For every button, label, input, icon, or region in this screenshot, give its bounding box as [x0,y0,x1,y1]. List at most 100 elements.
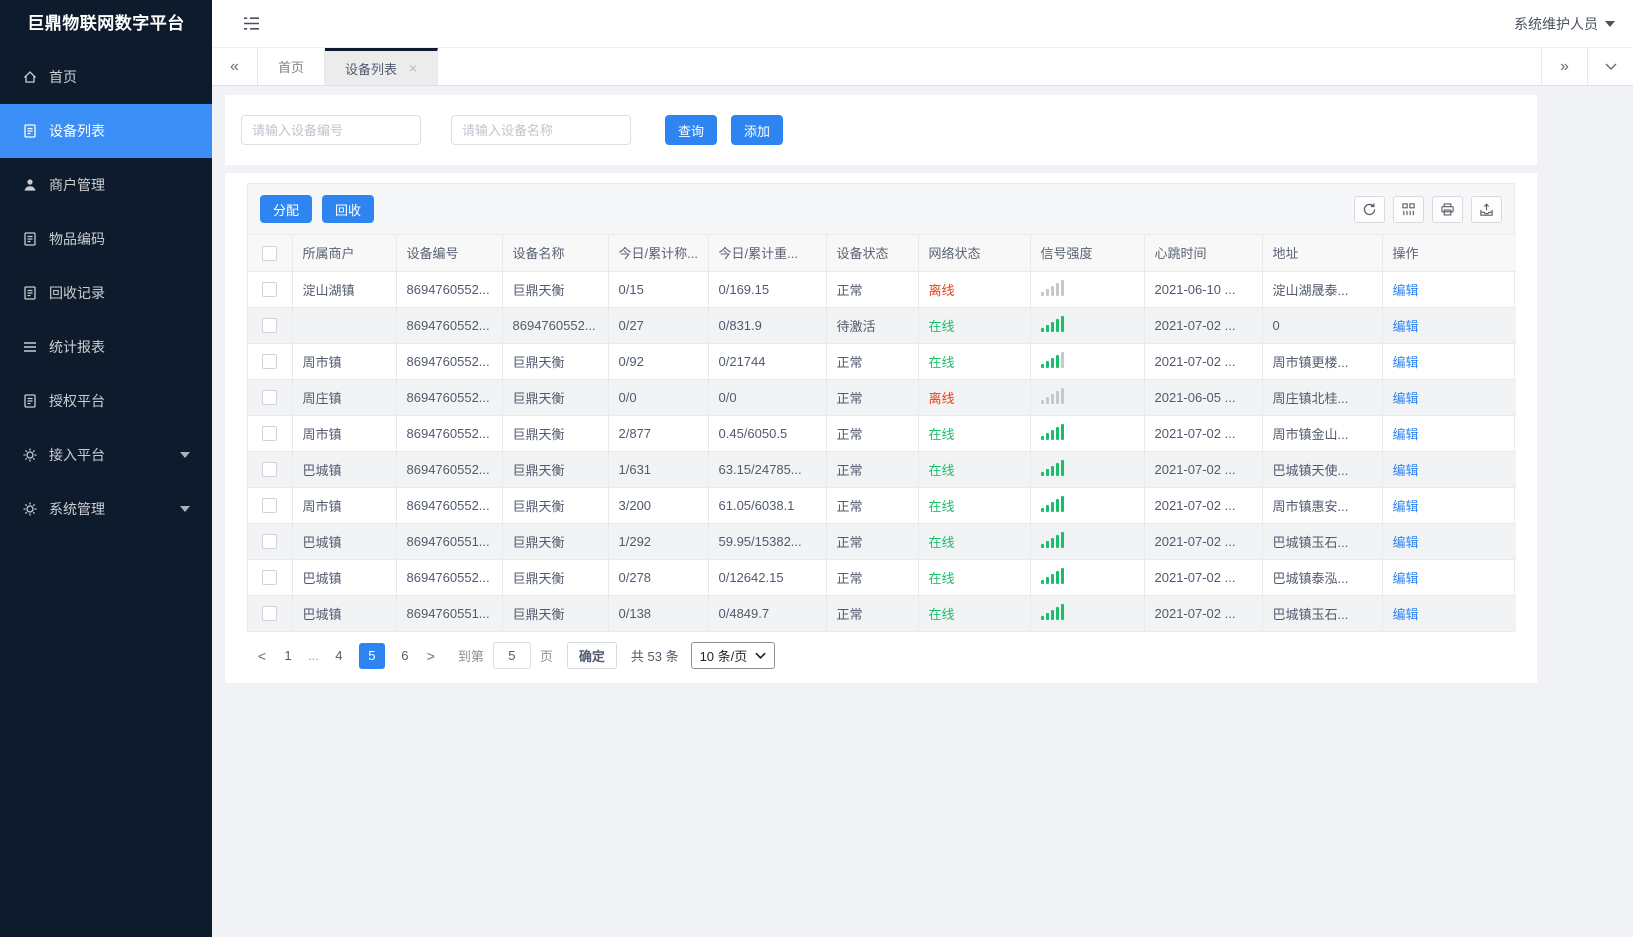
cell-merchant: 周市镇 [292,343,397,380]
sidebar-item-label: 商户管理 [49,177,105,193]
device-no-input[interactable] [241,115,421,145]
cell-signal [1030,487,1145,524]
tabs-menu-button[interactable] [1587,48,1633,85]
close-icon[interactable]: × [409,61,417,75]
list-icon [22,339,38,355]
tab-label: 首页 [278,60,305,75]
cell-today-weight: 0.45/6050.5 [708,415,827,452]
row-checkbox[interactable] [262,462,278,478]
row-checkbox[interactable] [262,318,278,334]
user-menu[interactable]: 系统维护人员 [1514,14,1615,34]
signal-strength-icon [1040,459,1066,476]
cell-signal [1030,415,1145,452]
edit-link[interactable]: 编辑 [1393,463,1419,478]
cell-today-count: 0/278 [608,559,709,596]
page-button-6[interactable]: 6 [395,648,415,663]
cell-today-weight: 61.05/6038.1 [708,487,827,524]
document-icon [22,285,38,301]
col-heartbeat: 心跳时间 [1144,235,1263,272]
sidebar-item-statistics[interactable]: 统计报表 [0,320,212,374]
recycle-button[interactable]: 回收 [322,195,375,223]
signal-strength-icon [1040,423,1066,440]
device-name-input[interactable] [451,115,631,145]
page-unit-label: 页 [539,649,553,664]
export-button[interactable] [1471,195,1502,223]
cell-device-status: 正常 [826,271,919,308]
sidebar-item-recycle-records[interactable]: 回收记录 [0,266,212,320]
cell-heartbeat: 2021-07-02 ... [1144,307,1263,344]
edit-link[interactable]: 编辑 [1393,499,1419,514]
row-checkbox[interactable] [262,498,278,514]
query-button[interactable]: 查询 [665,115,718,145]
user-name: 系统维护人员 [1514,15,1598,32]
row-checkbox[interactable] [262,390,278,406]
cell-signal [1030,379,1145,416]
edit-link[interactable]: 编辑 [1393,319,1419,334]
sidebar-item-auth-platform[interactable]: 授权平台 [0,374,212,428]
print-button[interactable] [1432,195,1463,223]
cell-heartbeat: 2021-06-10 ... [1144,271,1263,308]
sidebar-item-device-list[interactable]: 设备列表 [0,104,212,158]
table-row: 周市镇 8694760552... 巨鼎天衡 2/877 0.45/6050.5… [248,415,1516,452]
sidebar-item-merchant-mgmt[interactable]: 商户管理 [0,158,212,212]
add-button[interactable]: 添加 [731,115,784,145]
page-size-select[interactable]: 10 条/页 [690,642,776,669]
row-checkbox[interactable] [262,606,278,622]
menu-toggle-icon[interactable] [242,16,261,31]
cell-today-weight: 0/169.15 [708,271,827,308]
cell-device-status: 正常 [826,451,919,488]
select-all-checkbox[interactable] [262,245,278,261]
cell-network-status: 在线 [918,415,1031,452]
next-page-button[interactable]: > [420,648,442,664]
row-checkbox[interactable] [262,570,278,586]
cell-today-count: 0/15 [608,271,709,308]
row-checkbox[interactable] [262,282,278,298]
cell-network-status: 在线 [918,523,1031,560]
cell-device-name: 巨鼎天衡 [502,271,609,308]
column-settings-button[interactable] [1393,195,1424,223]
edit-link[interactable]: 编辑 [1393,355,1419,370]
row-checkbox[interactable] [262,426,278,442]
cell-device-status: 正常 [826,415,919,452]
row-checkbox[interactable] [262,354,278,370]
assign-button[interactable]: 分配 [260,195,313,223]
row-checkbox[interactable] [262,534,278,550]
sidebar-item-system-mgmt[interactable]: 系统管理 [0,482,212,536]
page-button-5-active[interactable]: 5 [358,642,385,669]
cell-merchant: 巴城镇 [292,451,397,488]
tab-home[interactable]: 首页 [258,48,326,85]
confirm-button[interactable]: 确定 [566,642,617,669]
sidebar-item-home[interactable]: 首页 [0,50,212,104]
page-button-1[interactable]: 1 [278,648,298,663]
sidebar-item-access-platform[interactable]: 接入平台 [0,428,212,482]
prev-page-button[interactable]: < [251,648,273,664]
refresh-button[interactable] [1354,195,1385,223]
edit-link[interactable]: 编辑 [1393,535,1419,550]
cell-device-name: 巨鼎天衡 [502,595,609,631]
tab-device-list[interactable]: 设备列表 × [325,48,439,85]
col-device-name: 设备名称 [502,235,609,272]
sidebar-item-label: 接入平台 [49,447,105,463]
table-row: 周庄镇 8694760552... 巨鼎天衡 0/0 0/0 正常 离线 202… [248,379,1516,416]
page-jump-input[interactable] [492,642,531,669]
cell-today-weight: 0/4849.7 [708,595,827,631]
gear-icon [22,447,38,463]
tabs-scroll-right-button[interactable]: » [1541,48,1587,85]
gear-icon [22,501,38,517]
edit-link[interactable]: 编辑 [1393,571,1419,586]
sidebar-item-item-codes[interactable]: 物品编码 [0,212,212,266]
cell-signal [1030,307,1145,344]
cell-merchant: 周市镇 [292,415,397,452]
cell-signal [1030,523,1145,560]
edit-link[interactable]: 编辑 [1393,283,1419,298]
table-toolbar: 分配 回收 [248,184,1514,235]
edit-link[interactable]: 编辑 [1393,607,1419,622]
sidebar-item-label: 系统管理 [49,501,105,517]
sidebar: 巨鼎物联网数字平台 首页 设备列表 商户管理 物品编码 回收记录 统计报表 授权… [0,0,212,937]
edit-link[interactable]: 编辑 [1393,427,1419,442]
edit-link[interactable]: 编辑 [1393,391,1419,406]
tabs-scroll-left-button[interactable]: « [212,48,258,85]
page-button-4[interactable]: 4 [329,648,349,663]
cell-network-status: 离线 [918,271,1031,308]
cell-network-status: 在线 [918,307,1031,344]
